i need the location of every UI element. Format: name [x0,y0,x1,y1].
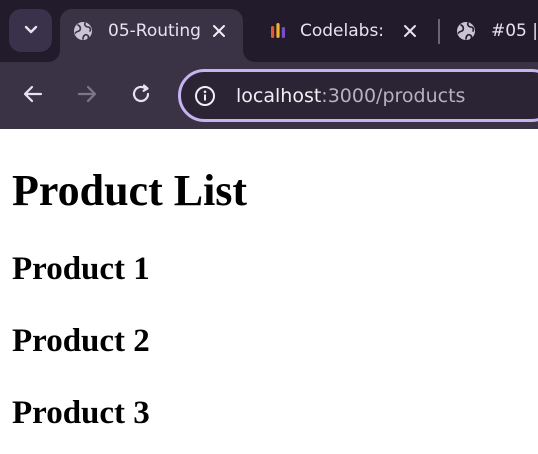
tab-title: 05-Routing [108,21,201,41]
tab-codelabs[interactable]: Codelabs: I [258,9,433,54]
product-item: Product 2 [12,323,150,359]
close-icon[interactable] [399,20,421,42]
address-bar[interactable]: localhost:3000/products [178,69,538,122]
codelabs-icon [268,21,288,41]
arrow-left-icon [22,83,44,109]
reload-icon [130,83,152,109]
page-content: Product List Product 1 Product 2 Product… [0,129,538,454]
url-text[interactable]: localhost:3000/products [236,83,465,109]
tab-search-button[interactable] [9,9,52,52]
tab-title: Codelabs: I [300,21,386,41]
page-title: Product List [12,166,248,215]
tab-title: #05 | I [491,21,538,41]
info-icon[interactable] [194,85,216,107]
url-host: localhost [236,85,322,107]
close-icon[interactable] [208,20,230,42]
back-button[interactable] [15,78,51,114]
reload-button[interactable] [123,78,159,114]
toolbar: localhost:3000/products [0,62,538,129]
forward-button[interactable] [69,78,105,114]
globe-icon [456,21,476,41]
product-item: Product 1 [12,251,150,287]
tab-05[interactable]: #05 | I [446,9,538,54]
globe-icon [73,21,93,41]
product-item: Product 3 [12,395,150,431]
tab-05-routing[interactable]: 05-Routing [60,9,243,62]
chevron-down-icon [23,21,39,41]
browser-window: 05-Routing Codelabs: I #05 | localhost:3… [0,0,538,454]
url-path: :3000/products [321,85,466,107]
tab-strip: 05-Routing Codelabs: I #05 | [0,0,538,62]
arrow-right-icon [76,83,98,109]
tab-divider [438,19,440,44]
